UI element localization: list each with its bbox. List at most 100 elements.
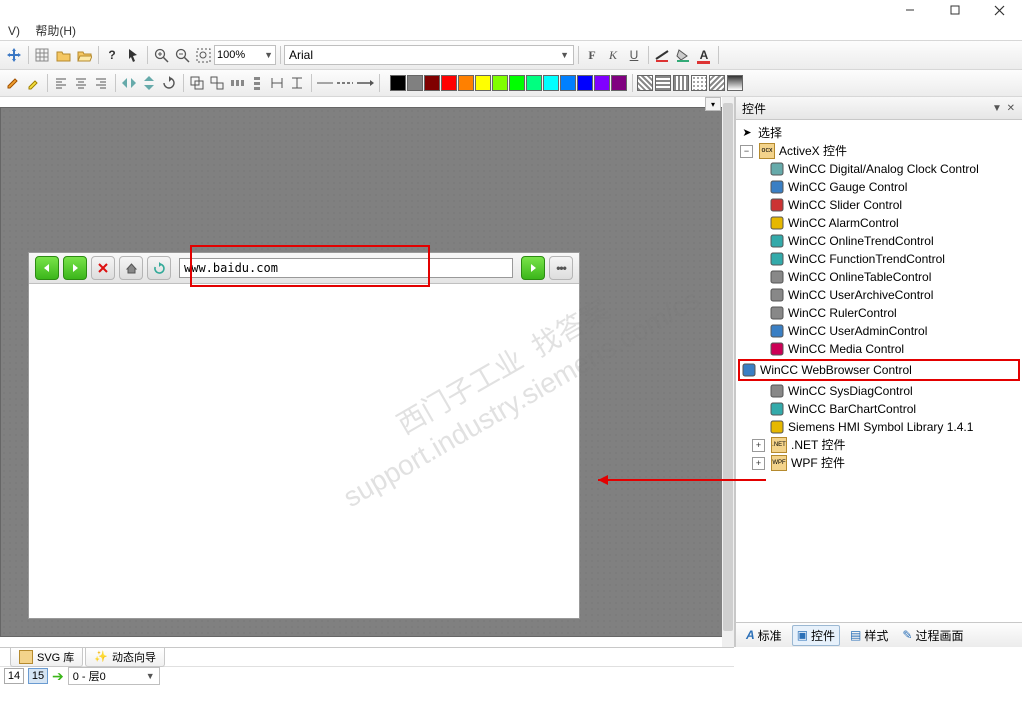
- more-button[interactable]: •••: [549, 256, 573, 280]
- italic-icon[interactable]: K: [603, 45, 623, 65]
- tree-control-item[interactable]: WinCC FunctionTrendControl: [738, 250, 1020, 268]
- line-dash-icon[interactable]: [336, 74, 354, 92]
- vertical-scrollbar[interactable]: [722, 97, 734, 647]
- tree-net[interactable]: +.NET.NET 控件: [738, 436, 1020, 454]
- maximize-button[interactable]: [932, 0, 977, 20]
- page-prev[interactable]: 14: [4, 668, 24, 684]
- back-button[interactable]: [35, 256, 59, 280]
- color-swatch[interactable]: [424, 75, 440, 91]
- controls-tree[interactable]: ➤选择 −ocxActiveX 控件 WinCC Digital/Analog …: [736, 120, 1022, 622]
- distribute-v-icon[interactable]: [248, 74, 266, 92]
- edit-icon[interactable]: [4, 74, 22, 92]
- zoom-in-icon[interactable]: [151, 45, 171, 65]
- line-color-icon[interactable]: [652, 45, 672, 65]
- ungroup-icon[interactable]: [208, 74, 226, 92]
- color-swatch[interactable]: [594, 75, 610, 91]
- color-swatch[interactable]: [577, 75, 593, 91]
- refresh-button[interactable]: [147, 256, 171, 280]
- zoom-fit-icon[interactable]: [193, 45, 213, 65]
- tree-control-item[interactable]: WinCC OnlineTableControl: [738, 268, 1020, 286]
- tree-control-item[interactable]: WinCC WebBrowser Control: [738, 359, 1020, 381]
- line-arrow-icon[interactable]: [356, 74, 374, 92]
- tree-root-select[interactable]: ➤选择: [738, 124, 1020, 142]
- align-left-icon[interactable]: [52, 74, 70, 92]
- color-swatch[interactable]: [560, 75, 576, 91]
- tab-wizard[interactable]: ✨动态向导: [85, 648, 165, 667]
- folder-open-icon[interactable]: [74, 45, 94, 65]
- tree-control-item[interactable]: Siemens HMI Symbol Library 1.4.1: [738, 418, 1020, 436]
- tree-control-item[interactable]: WinCC Gauge Control: [738, 178, 1020, 196]
- canvas-options-button[interactable]: ▾: [705, 97, 721, 111]
- tab-process[interactable]: ✎过程画面: [898, 626, 967, 645]
- flip-h-icon[interactable]: [120, 74, 138, 92]
- home-button[interactable]: [119, 256, 143, 280]
- rotate-icon[interactable]: [160, 74, 178, 92]
- align-center-icon[interactable]: [72, 74, 90, 92]
- color-swatch[interactable]: [475, 75, 491, 91]
- zoom-combo[interactable]: 100%▼: [214, 45, 276, 65]
- color-swatch[interactable]: [390, 75, 406, 91]
- url-input[interactable]: www.baidu.com: [179, 258, 513, 278]
- move-icon[interactable]: [4, 45, 24, 65]
- stop-button[interactable]: [91, 256, 115, 280]
- expand-icon[interactable]: +: [752, 457, 765, 470]
- pattern-2-icon[interactable]: [655, 75, 671, 91]
- underline-icon[interactable]: U: [624, 45, 644, 65]
- tab-standard[interactable]: A标准: [742, 626, 786, 645]
- color-swatch[interactable]: [492, 75, 508, 91]
- font-combo[interactable]: Arial▼: [284, 45, 574, 65]
- expand-icon[interactable]: +: [752, 439, 765, 452]
- line-thin-icon[interactable]: [316, 74, 334, 92]
- tree-control-item[interactable]: WinCC AlarmControl: [738, 214, 1020, 232]
- tree-control-item[interactable]: WinCC SysDiagControl: [738, 382, 1020, 400]
- flip-v-icon[interactable]: [140, 74, 158, 92]
- color-swatch[interactable]: [543, 75, 559, 91]
- font-color-icon[interactable]: A: [694, 45, 714, 65]
- pattern-6-icon[interactable]: [727, 75, 743, 91]
- tree-control-item[interactable]: WinCC Digital/Analog Clock Control: [738, 160, 1020, 178]
- spacing-h-icon[interactable]: [268, 74, 286, 92]
- spacing-v-icon[interactable]: [288, 74, 306, 92]
- color-swatch[interactable]: [509, 75, 525, 91]
- minimize-button[interactable]: [887, 0, 932, 20]
- align-right-icon[interactable]: [92, 74, 110, 92]
- color-swatch[interactable]: [458, 75, 474, 91]
- tree-control-item[interactable]: WinCC UserArchiveControl: [738, 286, 1020, 304]
- help-icon[interactable]: ?: [102, 45, 122, 65]
- layer-combo[interactable]: 0 - 层0▼: [68, 667, 160, 685]
- color-swatch[interactable]: [526, 75, 542, 91]
- group-icon[interactable]: [188, 74, 206, 92]
- tree-control-item[interactable]: WinCC Slider Control: [738, 196, 1020, 214]
- tree-activex[interactable]: −ocxActiveX 控件: [738, 142, 1020, 160]
- grid-icon[interactable]: [32, 45, 52, 65]
- tab-svg-lib[interactable]: SVG 库: [10, 648, 83, 667]
- tree-control-item[interactable]: WinCC Media Control: [738, 340, 1020, 358]
- folder-icon[interactable]: [53, 45, 73, 65]
- close-button[interactable]: [977, 0, 1022, 20]
- forward-button[interactable]: [63, 256, 87, 280]
- color-swatch[interactable]: [407, 75, 423, 91]
- canvas-area[interactable]: ▾ www.baidu.com ••• 西门子工业 找答案 support.in…: [0, 97, 735, 647]
- next-arrow-icon[interactable]: ➔: [52, 668, 64, 685]
- tree-control-item[interactable]: WinCC OnlineTrendControl: [738, 232, 1020, 250]
- tree-control-item[interactable]: WinCC UserAdminControl: [738, 322, 1020, 340]
- arrow-icon[interactable]: [123, 45, 143, 65]
- pattern-3-icon[interactable]: [673, 75, 689, 91]
- go-button[interactable]: [521, 256, 545, 280]
- tree-wpf[interactable]: +WPFWPF 控件: [738, 454, 1020, 472]
- bold-icon[interactable]: F: [582, 45, 602, 65]
- tab-controls[interactable]: ▣控件: [792, 625, 840, 646]
- panel-menu-icon[interactable]: ▼ ✕: [992, 103, 1016, 114]
- distribute-h-icon[interactable]: [228, 74, 246, 92]
- collapse-icon[interactable]: −: [740, 145, 753, 158]
- tree-control-item[interactable]: WinCC RulerControl: [738, 304, 1020, 322]
- page-current[interactable]: 15: [28, 668, 48, 684]
- tab-styles[interactable]: ▤样式: [846, 626, 892, 645]
- webbrowser-control[interactable]: www.baidu.com •••: [28, 252, 580, 619]
- zoom-out-icon[interactable]: [172, 45, 192, 65]
- menu-v[interactable]: V): [8, 24, 20, 38]
- color-swatch[interactable]: [441, 75, 457, 91]
- highlight-icon[interactable]: [24, 74, 42, 92]
- color-swatch[interactable]: [611, 75, 627, 91]
- pattern-1-icon[interactable]: [637, 75, 653, 91]
